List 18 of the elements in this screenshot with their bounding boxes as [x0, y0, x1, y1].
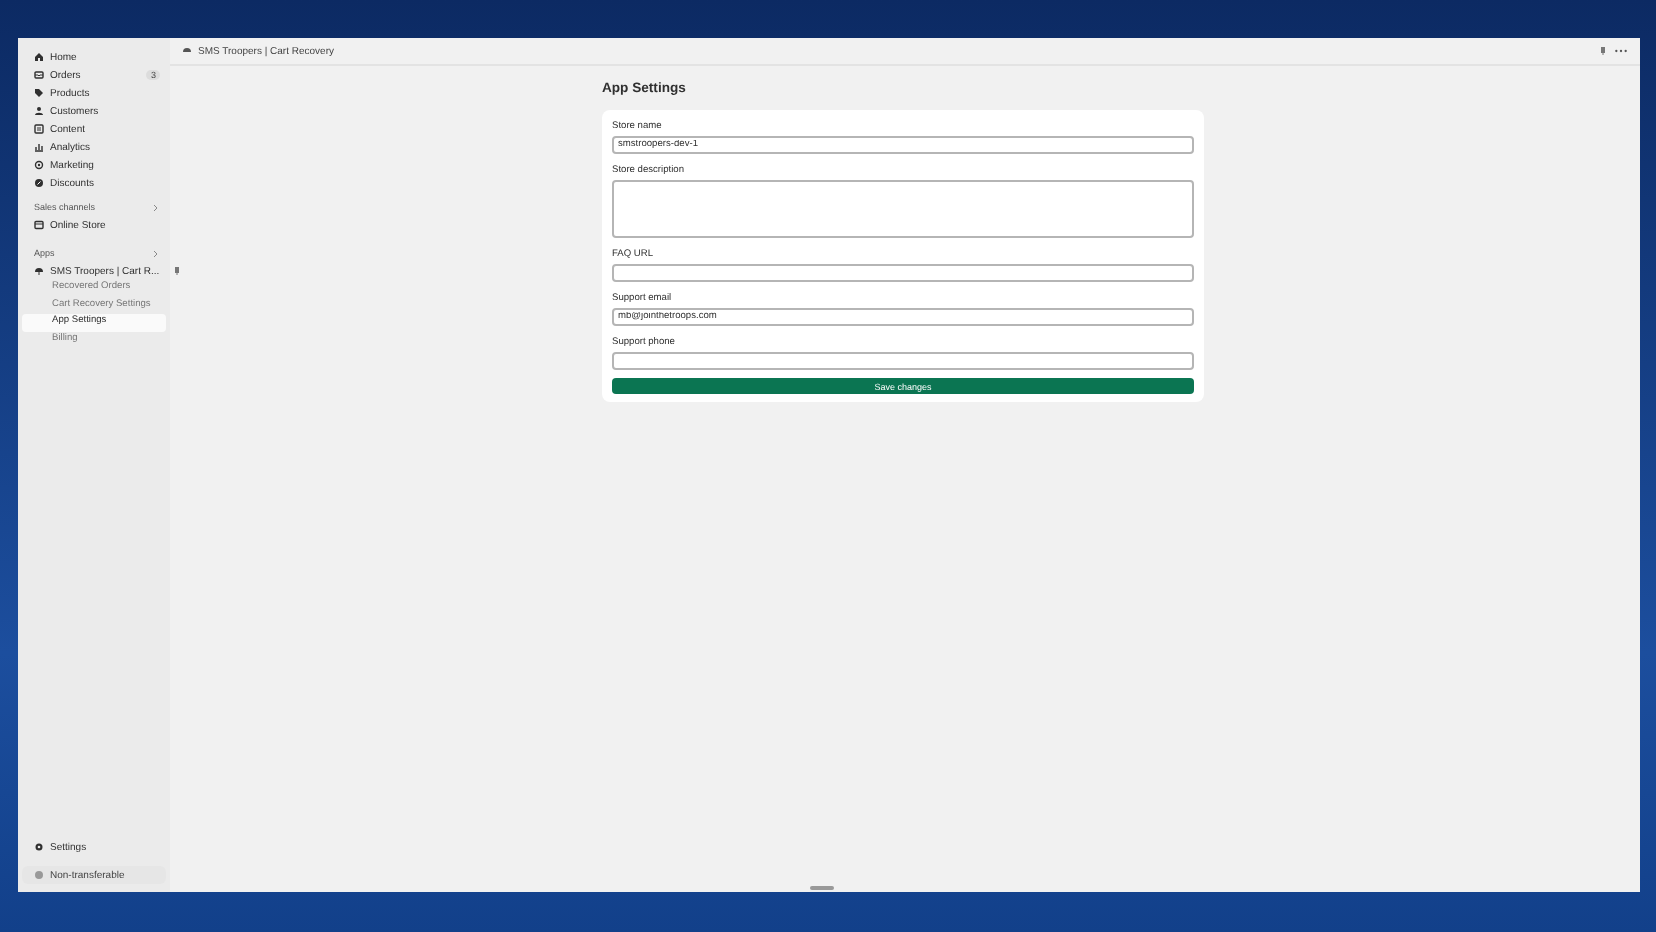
more-icon[interactable] — [1614, 48, 1628, 54]
discount-icon — [34, 178, 44, 188]
input-field[interactable] — [612, 264, 1194, 282]
umbrella-icon — [34, 266, 44, 276]
inbox-icon — [34, 70, 44, 80]
input-field[interactable] — [612, 352, 1194, 370]
tag-icon — [34, 88, 44, 98]
textarea-field[interactable] — [612, 180, 1194, 238]
resize-handle[interactable] — [810, 886, 834, 890]
home-icon — [34, 52, 44, 62]
umbrella-icon — [182, 46, 192, 56]
image-icon — [34, 124, 44, 134]
store-icon — [34, 220, 44, 230]
info-icon — [34, 870, 44, 880]
chart-icon — [34, 142, 44, 152]
person-icon — [34, 106, 44, 116]
settings-icon — [34, 842, 44, 852]
target-icon — [34, 160, 44, 170]
